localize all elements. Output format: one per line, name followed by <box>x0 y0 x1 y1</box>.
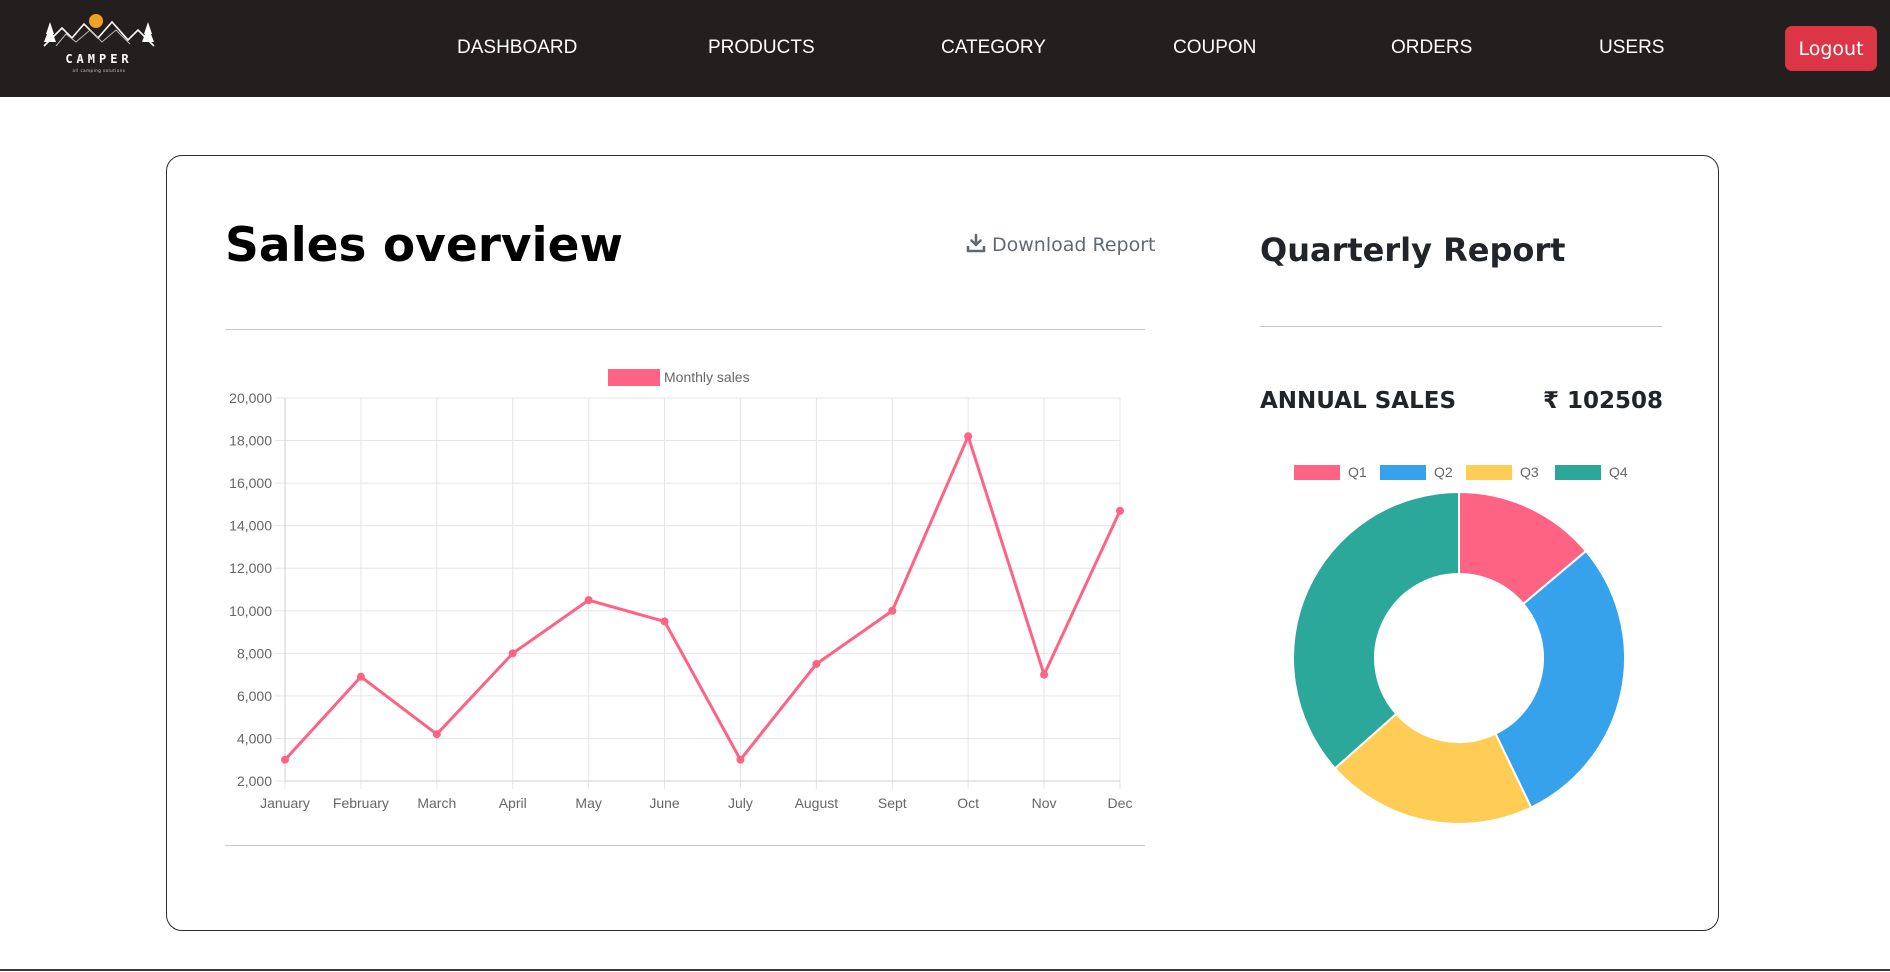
navbar: CAMPER all camping solutions DASHBOARD P… <box>0 0 1890 97</box>
quarterly-doughnut-chart: Q1 Q2 Q3 Q4 <box>1292 464 1628 825</box>
legend-label-monthly-sales: Monthly sales <box>664 369 750 385</box>
download-report-link[interactable]: Download Report <box>966 233 1155 257</box>
monthly-sales-line <box>283 434 1122 762</box>
y-tick-label: 18,000 <box>229 433 272 449</box>
brand-name: CAMPER <box>65 52 133 66</box>
sales-divider-bottom <box>225 845 1145 846</box>
x-tick-label: July <box>728 795 753 811</box>
legend-swatch-monthly-sales <box>608 369 660 386</box>
mountain-logo-icon <box>43 14 155 47</box>
y-tick-label: 20,000 <box>229 390 272 406</box>
nav-users[interactable]: USERS <box>1599 37 1664 59</box>
data-point-january <box>281 755 289 764</box>
doughnut-slice-q4 <box>1292 490 1460 770</box>
sales-divider-top <box>225 329 1145 330</box>
data-point-august <box>812 659 821 668</box>
x-tick-label: March <box>417 795 456 811</box>
y-tick-label: 10,000 <box>229 603 272 619</box>
quarterly-report-title: Quarterly Report <box>1260 231 1566 269</box>
legend-label-q2: Q2 <box>1434 464 1453 480</box>
data-point-april <box>508 649 517 658</box>
legend-label-q4: Q4 <box>1609 464 1628 480</box>
x-tick-label: August <box>795 795 839 811</box>
nav-orders[interactable]: ORDERS <box>1391 37 1472 59</box>
annual-sales-label: ANNUAL SALES <box>1260 388 1457 414</box>
data-point-february <box>356 672 365 681</box>
logout-button[interactable]: Logout <box>1785 26 1877 71</box>
y-tick-label: 8,000 <box>237 645 272 661</box>
nav-category[interactable]: CATEGORY <box>941 37 1046 59</box>
data-point-may <box>584 596 593 605</box>
download-icon <box>966 233 986 258</box>
footer-divider <box>0 969 1890 971</box>
y-tick-label: 14,000 <box>229 518 272 534</box>
legend-label-q1: Q1 <box>1348 464 1367 480</box>
annual-sales-value: ₹ 102508 <box>1542 388 1663 414</box>
y-tick-label: 4,000 <box>237 730 272 746</box>
x-tick-label: Sept <box>878 795 907 811</box>
data-point-july <box>736 755 745 764</box>
legend-swatch-q1 <box>1294 465 1340 480</box>
y-tick-label: 12,000 <box>229 560 272 576</box>
brand-tagline: all camping solutions <box>72 68 126 73</box>
data-point-nov <box>1040 670 1049 679</box>
sales-overview-title: Sales overview <box>225 218 623 273</box>
nav-products[interactable]: PRODUCTS <box>708 37 815 59</box>
x-tick-label: February <box>333 795 389 811</box>
quarterly-divider <box>1260 326 1662 327</box>
data-point-sept <box>888 606 897 615</box>
data-point-dec <box>1116 506 1124 515</box>
x-tick-label: Dec <box>1108 795 1133 811</box>
camper-logo[interactable]: CAMPER all camping solutions <box>36 12 162 78</box>
data-point-oct <box>964 432 973 441</box>
legend-swatch-q2 <box>1380 465 1426 480</box>
y-tick-label: 2,000 <box>237 773 272 789</box>
y-tick-label: 16,000 <box>229 475 272 491</box>
legend-swatch-q3 <box>1466 465 1512 480</box>
x-tick-label: April <box>499 795 527 811</box>
data-point-march <box>432 730 441 739</box>
x-tick-label: Nov <box>1032 795 1057 811</box>
x-tick-label: May <box>575 795 601 811</box>
nav-coupon[interactable]: COUPON <box>1173 37 1256 59</box>
nav-dashboard[interactable]: DASHBOARD <box>457 37 577 59</box>
x-tick-label: June <box>649 795 680 811</box>
download-report-label: Download Report <box>992 234 1156 256</box>
y-tick-label: 6,000 <box>237 688 272 704</box>
legend-swatch-q4 <box>1555 465 1601 480</box>
legend-label-q3: Q3 <box>1520 464 1539 480</box>
x-tick-label: January <box>260 795 310 811</box>
monthly-sales-line-chart: Monthly sales 2,000 4,000 6,000 8,000 10,000 1… <box>229 369 1133 811</box>
x-tick-label: Oct <box>957 795 979 811</box>
data-point-june <box>660 617 669 626</box>
